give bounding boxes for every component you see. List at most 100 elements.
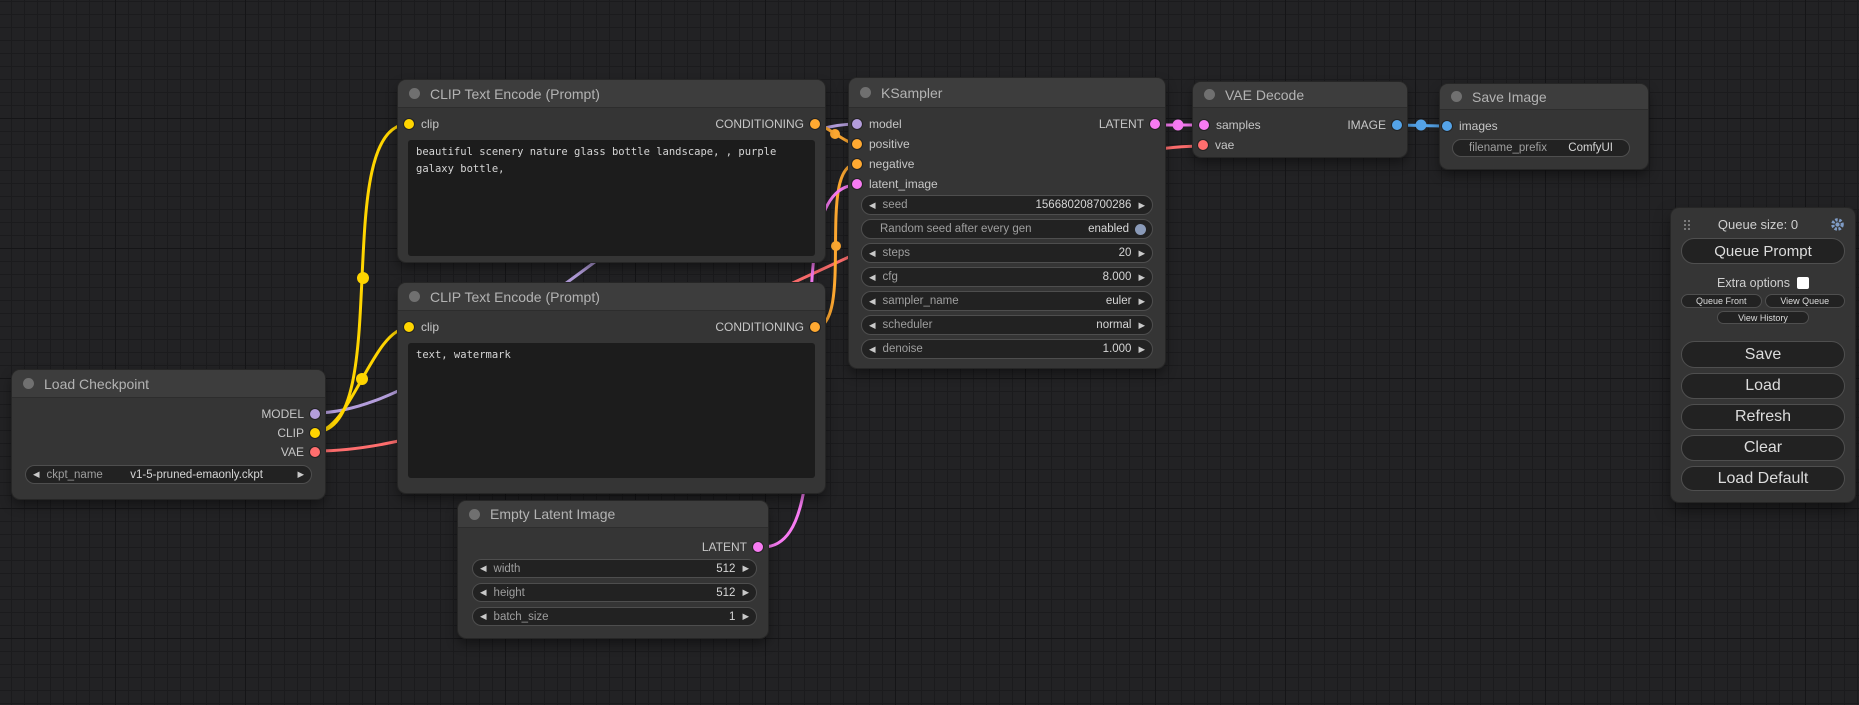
negative-prompt-textarea[interactable]: text, watermark: [408, 343, 815, 478]
view-queue-button[interactable]: View Queue: [1765, 294, 1846, 308]
decrement-arrow-icon[interactable]: ◀: [862, 201, 883, 210]
port-label: IMAGE: [1347, 118, 1386, 132]
widget-label: scheduler: [883, 319, 933, 331]
node-clip-text-encode-positive[interactable]: CLIP Text Encode (Prompt) clip CONDITION…: [398, 80, 825, 262]
scheduler-widget[interactable]: ◀ scheduler normal ▶: [861, 315, 1153, 335]
decrement-arrow-icon[interactable]: ◀: [26, 470, 47, 479]
node-vae-decode[interactable]: VAE Decode IMAGE samples vae: [1193, 82, 1407, 157]
queue-front-button[interactable]: Queue Front: [1681, 294, 1762, 308]
positive-prompt-textarea[interactable]: beautiful scenery nature glass bottle la…: [408, 140, 815, 256]
filename-prefix-widget[interactable]: filename_prefix ComfyUI: [1452, 139, 1630, 157]
images-port-dot[interactable]: [1442, 121, 1452, 131]
output-conditioning: CONDITIONING: [715, 320, 820, 334]
decrement-arrow-icon[interactable]: ◀: [862, 321, 883, 330]
widget-value: normal: [1096, 319, 1131, 331]
decrement-arrow-icon[interactable]: ◀: [862, 297, 883, 306]
decrement-arrow-icon[interactable]: ◀: [473, 588, 494, 597]
node-title-bar[interactable]: Empty Latent Image: [458, 501, 768, 528]
increment-arrow-icon[interactable]: ▶: [1131, 321, 1152, 330]
samples-port-dot[interactable]: [1199, 120, 1209, 130]
increment-arrow-icon[interactable]: ▶: [290, 470, 311, 479]
sampler-name-widget[interactable]: ◀ sampler_name euler ▶: [861, 291, 1153, 311]
vae-port-dot[interactable]: [310, 447, 320, 457]
clip-port-dot[interactable]: [310, 428, 320, 438]
width-widget[interactable]: ◀ width 512 ▶: [472, 559, 757, 578]
widget-label: Random seed after every gen: [880, 223, 1032, 235]
node-title-bar[interactable]: VAE Decode: [1193, 82, 1407, 108]
increment-arrow-icon[interactable]: ▶: [735, 612, 756, 621]
ckpt-name-widget[interactable]: ◀ ckpt_name v1-5-pruned-emaonly.ckpt ▶: [25, 465, 312, 484]
clip-port-dot[interactable]: [404, 322, 414, 332]
port-label: MODEL: [261, 407, 304, 421]
conditioning-port-dot[interactable]: [810, 119, 820, 129]
collapse-dot-icon[interactable]: [409, 88, 420, 99]
node-title: KSampler: [881, 85, 942, 101]
view-history-button[interactable]: View History: [1717, 311, 1809, 324]
steps-widget[interactable]: ◀ steps 20 ▶: [861, 243, 1153, 263]
collapse-dot-icon[interactable]: [409, 291, 420, 302]
latent-image-port-dot[interactable]: [852, 179, 862, 189]
node-title-bar[interactable]: CLIP Text Encode (Prompt): [398, 283, 825, 311]
port-label: clip: [421, 117, 439, 131]
node-title-bar[interactable]: Save Image: [1440, 84, 1648, 110]
increment-arrow-icon[interactable]: ▶: [1131, 249, 1152, 258]
conditioning-port-dot[interactable]: [810, 322, 820, 332]
load-default-button[interactable]: Load Default: [1681, 466, 1845, 491]
positive-port-dot[interactable]: [852, 139, 862, 149]
latent-port-dot[interactable]: [753, 542, 763, 552]
node-title: Empty Latent Image: [490, 506, 615, 522]
load-button[interactable]: Load: [1681, 373, 1845, 399]
settings-gear-icon[interactable]: [1830, 217, 1845, 232]
clear-button[interactable]: Clear: [1681, 435, 1845, 461]
node-title-bar[interactable]: KSampler: [849, 78, 1165, 108]
collapse-dot-icon[interactable]: [1451, 91, 1462, 102]
denoise-widget[interactable]: ◀ denoise 1.000 ▶: [861, 339, 1153, 359]
toggle-dot-icon[interactable]: [1135, 224, 1146, 235]
node-save-image[interactable]: Save Image images filename_prefix ComfyU…: [1440, 84, 1648, 169]
vae-port-dot[interactable]: [1198, 140, 1208, 150]
decrement-arrow-icon[interactable]: ◀: [862, 345, 883, 354]
collapse-dot-icon[interactable]: [469, 509, 480, 520]
seed-widget[interactable]: ◀ seed 156680208700286 ▶: [861, 195, 1153, 215]
queue-prompt-button[interactable]: Queue Prompt: [1681, 238, 1845, 264]
node-clip-text-encode-negative[interactable]: CLIP Text Encode (Prompt) clip CONDITION…: [398, 283, 825, 493]
increment-arrow-icon[interactable]: ▶: [735, 588, 756, 597]
collapse-dot-icon[interactable]: [1204, 89, 1215, 100]
clip-port-dot[interactable]: [404, 119, 414, 129]
random-seed-toggle-widget[interactable]: Random seed after every gen enabled: [861, 219, 1153, 239]
cfg-widget[interactable]: ◀ cfg 8.000 ▶: [861, 267, 1153, 287]
node-title-bar[interactable]: Load Checkpoint: [12, 370, 325, 398]
image-port-dot[interactable]: [1392, 120, 1402, 130]
node-ksampler[interactable]: KSampler LATENT model positive negative …: [849, 78, 1165, 368]
increment-arrow-icon[interactable]: ▶: [1131, 273, 1152, 282]
decrement-arrow-icon[interactable]: ◀: [862, 249, 883, 258]
decrement-arrow-icon[interactable]: ◀: [473, 612, 494, 621]
refresh-button[interactable]: Refresh: [1681, 404, 1845, 430]
node-empty-latent-image[interactable]: Empty Latent Image LATENT ◀ width 512 ▶ …: [458, 501, 768, 638]
extra-options-checkbox[interactable]: [1797, 277, 1809, 289]
port-label: clip: [421, 320, 439, 334]
node-load-checkpoint[interactable]: Load Checkpoint MODEL CLIP VAE ◀ ckpt_na…: [12, 370, 325, 499]
node-title-bar[interactable]: CLIP Text Encode (Prompt): [398, 80, 825, 108]
collapse-dot-icon[interactable]: [860, 87, 871, 98]
increment-arrow-icon[interactable]: ▶: [735, 564, 756, 573]
batch-size-widget[interactable]: ◀ batch_size 1 ▶: [472, 607, 757, 626]
decrement-arrow-icon[interactable]: ◀: [473, 564, 494, 573]
latent-port-dot[interactable]: [1150, 119, 1160, 129]
collapse-dot-icon[interactable]: [23, 378, 34, 389]
increment-arrow-icon[interactable]: ▶: [1131, 345, 1152, 354]
increment-arrow-icon[interactable]: ▶: [1131, 201, 1152, 210]
port-label: vae: [1215, 138, 1234, 152]
model-port-dot[interactable]: [852, 119, 862, 129]
output-conditioning: CONDITIONING: [715, 117, 820, 131]
widget-value: 20: [1119, 247, 1132, 259]
save-button[interactable]: Save: [1681, 341, 1845, 368]
node-title: Save Image: [1472, 89, 1547, 105]
model-port-dot[interactable]: [310, 409, 320, 419]
node-title: Load Checkpoint: [44, 376, 149, 392]
decrement-arrow-icon[interactable]: ◀: [862, 273, 883, 282]
comfyui-graph-canvas[interactable]: { "icons": { "arrow_left": "◀", "arrow_r…: [0, 0, 1859, 705]
negative-port-dot[interactable]: [852, 159, 862, 169]
height-widget[interactable]: ◀ height 512 ▶: [472, 583, 757, 602]
increment-arrow-icon[interactable]: ▶: [1131, 297, 1152, 306]
